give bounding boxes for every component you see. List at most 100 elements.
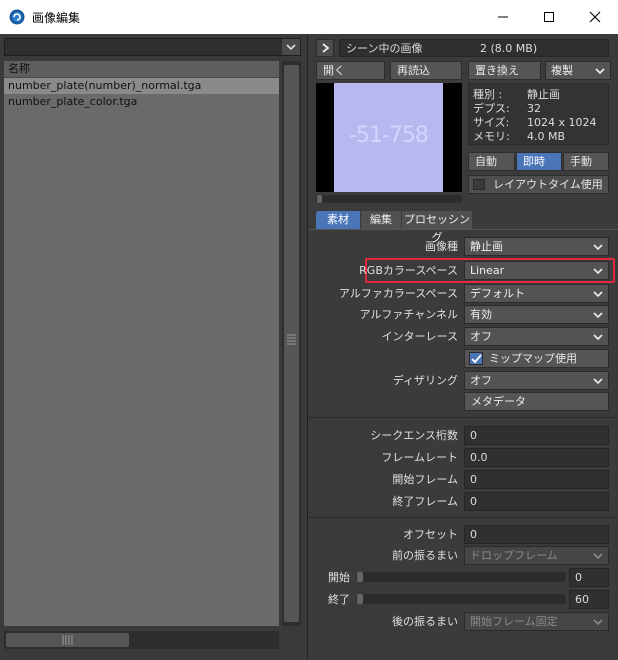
- grip-icon: [62, 635, 73, 645]
- minimize-icon: [498, 16, 508, 18]
- preview-plate-text: -51-758: [349, 123, 429, 148]
- info-value: 32: [527, 102, 541, 115]
- tab-edit[interactable]: 編集: [361, 211, 401, 229]
- image-type-value: 静止画: [470, 240, 503, 253]
- info-key: デプス:: [473, 102, 510, 115]
- start-frame-label: 開始フレーム: [392, 473, 458, 486]
- mode-auto-button[interactable]: 自動: [468, 152, 515, 171]
- image-preview: -51-758: [316, 83, 462, 192]
- offset-field[interactable]: 0: [464, 525, 609, 544]
- offset-label: オフセット: [403, 528, 458, 541]
- scene-images-field: シーン中の画像 2 (8.0 MB): [339, 39, 609, 57]
- info-key: 種別 :: [473, 88, 503, 101]
- close-button[interactable]: [572, 0, 618, 34]
- divider: [309, 517, 618, 518]
- interlace-dropdown[interactable]: オフ: [464, 327, 609, 346]
- mipmap-toggle[interactable]: ミップマップ使用: [464, 349, 609, 368]
- tab-underline: [309, 229, 618, 230]
- scene-label: シーン中の画像: [346, 42, 423, 55]
- dithering-value: オフ: [470, 374, 492, 387]
- metadata-button[interactable]: メタデータ: [464, 392, 609, 411]
- seq-digits-field[interactable]: 0: [464, 426, 609, 445]
- rgb-colorspace-dropdown[interactable]: Linear: [464, 261, 609, 280]
- range-start-field[interactable]: 0: [569, 568, 609, 587]
- image-list: 名称 number_plate(number)_normal.tga numbe…: [4, 61, 279, 626]
- image-info: 種別 : 静止画 デプス: 32 サイズ: 1024 x 1024 メモリ: 4…: [468, 83, 609, 145]
- expand-button[interactable]: [316, 39, 334, 57]
- scene-count: 2 (8.0 MB): [480, 42, 538, 55]
- interlace-label: インターレース: [381, 330, 458, 343]
- chevron-down-icon: [593, 378, 603, 385]
- range-start-slider[interactable]: [356, 572, 566, 582]
- duplicate-dropdown[interactable]: 複製: [545, 61, 611, 80]
- preview-image: -51-758: [334, 83, 443, 192]
- filter-dropdown[interactable]: [4, 38, 301, 56]
- preview-slider-thumb[interactable]: [317, 195, 322, 203]
- info-value: 静止画: [527, 88, 560, 101]
- end-frame-field[interactable]: 0: [464, 492, 609, 511]
- info-value: 1024 x 1024: [527, 116, 597, 129]
- grip-icon: [287, 334, 296, 345]
- rgb-colorspace-label: RGBカラースペース: [359, 264, 458, 277]
- start-frame-field[interactable]: 0: [464, 470, 609, 489]
- framerate-field[interactable]: 0.0: [464, 448, 609, 467]
- pre-behavior-value: ドロップフレーム: [470, 549, 558, 562]
- duplicate-label: 複製: [551, 64, 573, 77]
- list-item[interactable]: number_plate(number)_normal.tga: [4, 78, 279, 94]
- mode-instant-button[interactable]: 即時: [516, 152, 562, 171]
- seq-digits-label: シークエンス桁数: [370, 429, 458, 442]
- range-end-field[interactable]: 60: [569, 590, 609, 609]
- mode-manual-button[interactable]: 手動: [563, 152, 609, 171]
- image-type-label: 画像種: [425, 240, 458, 253]
- title-bar: 画像編集: [0, 0, 618, 34]
- alpha-channel-dropdown[interactable]: 有効: [464, 305, 609, 324]
- preview-slider[interactable]: [316, 195, 462, 203]
- range-end-slider[interactable]: [356, 594, 566, 604]
- replace-button[interactable]: 置き換え: [468, 61, 541, 80]
- slider-thumb[interactable]: [357, 572, 363, 582]
- alpha-colorspace-dropdown[interactable]: デフォルト: [464, 284, 609, 303]
- minimize-button[interactable]: [480, 0, 526, 34]
- mipmap-checkbox[interactable]: [469, 352, 483, 365]
- tab-processing[interactable]: プロセッシング: [402, 211, 472, 244]
- info-key: サイズ:: [473, 116, 510, 129]
- check-icon: [471, 354, 482, 364]
- chevron-down-icon: [593, 334, 603, 341]
- maximize-button[interactable]: [526, 0, 572, 34]
- reload-button[interactable]: 再読込: [390, 61, 462, 80]
- mipmap-label: ミップマップ使用: [489, 352, 577, 365]
- slider-thumb[interactable]: [357, 594, 363, 604]
- info-value: 4.0 MB: [527, 130, 566, 143]
- horizontal-scrollbar[interactable]: [4, 631, 279, 649]
- chevron-down-icon: [593, 268, 603, 275]
- layout-time-toggle[interactable]: レイアウトタイム使用: [468, 175, 609, 194]
- image-list-pane: 名称 number_plate(number)_normal.tga numbe…: [1, 34, 308, 660]
- range-start-label: 開始: [328, 571, 350, 584]
- chevron-down-icon: [593, 553, 603, 560]
- dithering-dropdown[interactable]: オフ: [464, 371, 609, 390]
- open-button[interactable]: 開く: [316, 61, 385, 80]
- window-title: 画像編集: [32, 11, 81, 25]
- chevron-down-icon: [593, 244, 603, 251]
- list-item[interactable]: number_plate_color.tga: [4, 94, 279, 110]
- alpha-channel-value: 有効: [470, 308, 492, 321]
- chevron-down-icon: [593, 619, 603, 626]
- tab-material[interactable]: 素材: [316, 211, 360, 229]
- alpha-colorspace-label: アルファカラースペース: [338, 287, 458, 300]
- divider: [309, 417, 618, 418]
- post-behavior-dropdown[interactable]: 開始フレーム固定: [464, 612, 609, 631]
- image-type-dropdown[interactable]: 静止画: [464, 237, 609, 256]
- scrollbar-thumb[interactable]: [284, 65, 299, 622]
- pre-behavior-dropdown[interactable]: ドロップフレーム: [464, 546, 609, 565]
- alpha-colorspace-value: デフォルト: [470, 287, 525, 300]
- maximize-icon: [544, 12, 554, 22]
- vertical-scrollbar[interactable]: [282, 61, 301, 626]
- layout-time-checkbox[interactable]: [473, 179, 485, 190]
- scrollbar-thumb[interactable]: [6, 633, 129, 647]
- post-behavior-label: 後の振るまい: [392, 615, 458, 628]
- pre-behavior-label: 前の振るまい: [392, 549, 458, 562]
- chevron-right-icon: [322, 43, 330, 53]
- chevron-down-icon: [593, 291, 603, 298]
- interlace-value: オフ: [470, 330, 492, 343]
- chevron-down-icon: [286, 44, 296, 51]
